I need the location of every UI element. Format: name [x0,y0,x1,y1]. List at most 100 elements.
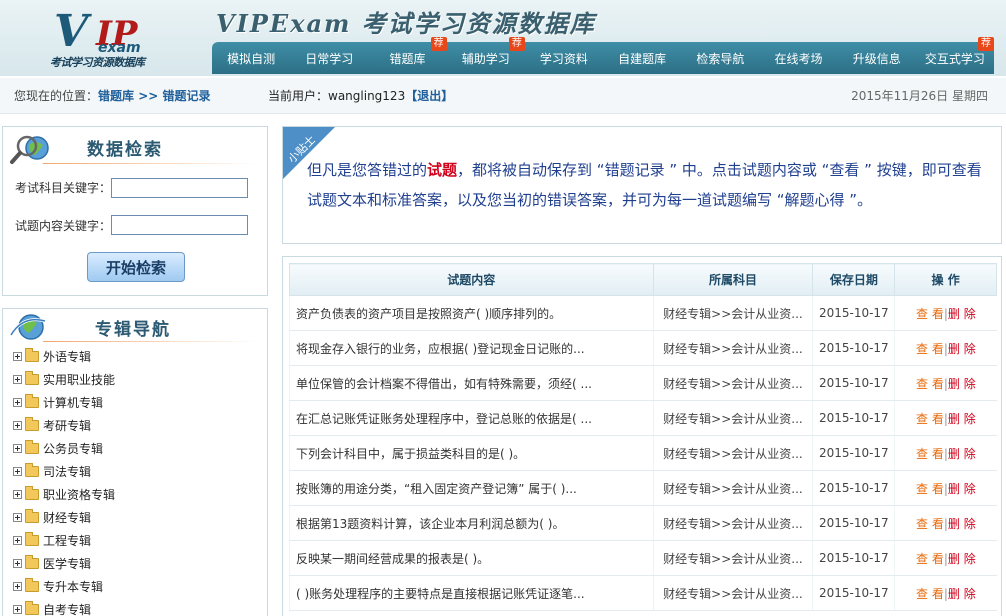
delete-link[interactable]: 删 除 [948,412,976,426]
delete-link[interactable]: 删 除 [948,447,976,461]
recommend-badge: 荐 [508,37,525,51]
view-link[interactable]: 查 看 [916,482,944,496]
ops-cell: 查 看|删 除 [894,435,997,471]
breadcrumb-link-wrong-bank[interactable]: 错题库 [98,89,134,103]
delete-link[interactable]: 删 除 [948,587,976,601]
tip-text: 但凡是您答错过的试题，都将被自动保存到 “错题记录 ” 中。点击试题内容或 “查… [307,155,989,215]
album-tree-item[interactable]: 自考专辑 [13,598,115,616]
view-link[interactable]: 查 看 [916,307,944,321]
nav-item[interactable]: 自建题库 [603,42,681,74]
expand-plus-icon[interactable] [13,375,22,384]
main-nav: 模拟自测 日常学习 错题库荐辅助学习荐学习资料 自建题库 检索导航 在线考场 升级信息 交互式… [212,37,995,74]
album-tree-item[interactable]: 外语专辑 [13,345,115,368]
album-tree-item[interactable]: 司法专辑 [13,460,115,483]
question-cell[interactable]: 反映某一期间经营成果的报表是( )。 [289,540,654,576]
delete-link[interactable]: 删 除 [948,377,976,391]
banner-title: VIPExam 考试学习资源数据库 [216,9,596,38]
delete-link[interactable]: 删 除 [948,482,976,496]
view-link[interactable]: 查 看 [916,587,944,601]
view-link[interactable]: 查 看 [916,447,944,461]
date-cell: 2015-10-17 [812,505,895,541]
subject-cell: 财经专辑>>会计从业资... [652,365,813,401]
question-cell[interactable]: 在汇总记账凭证账务处理程序中，登记总账的依据是( ... [289,400,654,436]
expand-plus-icon[interactable] [13,444,22,453]
expand-plus-icon[interactable] [13,352,22,361]
album-tree-label[interactable]: 职业资格专辑 [43,486,115,503]
album-tree-item[interactable]: 工程专辑 [13,529,115,552]
album-tree-label[interactable]: 工程专辑 [43,532,91,549]
album-tree-item[interactable]: 财经专辑 [13,506,115,529]
subject-keyword-input[interactable] [111,178,248,198]
nav-item[interactable]: 模拟自测 [212,42,290,74]
expand-plus-icon[interactable] [13,605,22,614]
table-header-row: 试题内容 所属科目 保存日期 操 作 [289,263,997,296]
nav-item[interactable]: 交互式学习荐 [916,37,995,74]
nav-item[interactable]: 升级信息 [838,42,916,74]
breadcrumb-link-wrong-records[interactable]: 错题记录 [163,89,211,103]
logout-link[interactable]: 【退出】 [405,89,453,103]
vipexam-logo[interactable]: V IP exam 考试学习资源数据库 [46,6,166,69]
view-link[interactable]: 查 看 [916,552,944,566]
album-tree-label[interactable]: 外语专辑 [43,348,91,365]
content-keyword-input[interactable] [111,215,248,235]
album-tree-item[interactable]: 计算机专辑 [13,391,115,414]
album-tree-label[interactable]: 实用职业技能 [43,371,115,388]
nav-item[interactable]: 辅助学习荐 [447,37,525,74]
album-tree-item[interactable]: 医学专辑 [13,552,115,575]
search-panel-header: 数据检索 [3,127,267,171]
expand-plus-icon[interactable] [13,513,22,522]
nav-item[interactable]: 学习资料 [525,42,603,74]
nav-item[interactable]: 错题库荐 [368,37,447,74]
start-search-button[interactable]: 开始检索 [87,252,185,282]
nav-item[interactable]: 检索导航 [681,42,759,74]
album-tree-label[interactable]: 财经专辑 [43,509,91,526]
question-cell[interactable]: 将现金存入银行的业务，应根据( )登记现金日记账的... [289,330,654,366]
album-tree-item[interactable]: 公务员专辑 [13,437,115,460]
date-cell: 2015-10-17 [812,575,895,611]
album-tree-label[interactable]: 专升本专辑 [43,578,103,595]
view-link[interactable]: 查 看 [916,412,944,426]
album-tree-item[interactable]: 职业资格专辑 [13,483,115,506]
question-cell[interactable]: 根据第13题资料计算，该企业本月利润总额为( )。 [289,505,654,541]
expand-plus-icon[interactable] [13,582,22,591]
expand-plus-icon[interactable] [13,467,22,476]
album-tree-item[interactable]: 实用职业技能 [13,368,115,391]
album-tree-item[interactable]: 考研专辑 [13,414,115,437]
question-cell[interactable]: 单位保管的会计档案不得借出，如有特殊需要，须经( ... [289,365,654,401]
album-tree-label[interactable]: 医学专辑 [43,555,91,572]
nav-item[interactable]: 日常学习 [290,42,368,74]
delete-link[interactable]: 删 除 [948,552,976,566]
user-prefix: 当前用户： [268,89,329,103]
nav-item-label: 自建题库 [618,52,667,66]
subject-cell: 财经专辑>>会计从业资... [652,505,813,541]
folder-icon [25,509,39,523]
view-link[interactable]: 查 看 [916,517,944,531]
question-cell[interactable]: 下列会计科目中，属于损益类科目的是( )。 [289,435,654,471]
delete-link[interactable]: 删 除 [948,307,976,321]
expand-plus-icon[interactable] [13,559,22,568]
nav-item[interactable]: 在线考场 [759,42,837,74]
album-tree-label[interactable]: 计算机专辑 [43,394,103,411]
expand-plus-icon[interactable] [13,536,22,545]
expand-plus-icon[interactable] [13,421,22,430]
delete-link[interactable]: 删 除 [948,342,976,356]
view-link[interactable]: 查 看 [916,377,944,391]
album-tree-label[interactable]: 公务员专辑 [43,440,103,457]
expand-plus-icon[interactable] [13,398,22,407]
wrong-records-table: 试题内容 所属科目 保存日期 操 作 资产负债表的资产项目是按照资产( )顺序排… [289,263,997,611]
folder-icon [25,440,39,454]
nav-item-label: 辅助学习 [461,52,510,66]
album-tree-label[interactable]: 考研专辑 [43,417,91,434]
album-tree-item[interactable]: 专升本专辑 [13,575,115,598]
album-tree-label[interactable]: 司法专辑 [43,463,91,480]
view-link[interactable]: 查 看 [916,342,944,356]
expand-plus-icon[interactable] [13,490,22,499]
date-cell: 2015-10-17 [812,295,895,331]
question-cell[interactable]: ( )账务处理程序的主要特点是直接根据记账凭证逐笔... [289,575,654,611]
album-tree: 外语专辑实用职业技能 计算机专辑考研专辑公务员专辑司法专辑职业资格专辑 财经专辑工程… [13,345,115,616]
delete-link[interactable]: 删 除 [948,517,976,531]
subject-cell: 财经专辑>>会计从业资... [652,330,813,366]
album-tree-label[interactable]: 自考专辑 [43,601,91,616]
question-cell[interactable]: 按账簿的用途分类，“租入固定资产登记簿” 属于( )... [289,470,654,506]
question-cell[interactable]: 资产负债表的资产项目是按照资产( )顺序排列的。 [289,295,654,331]
